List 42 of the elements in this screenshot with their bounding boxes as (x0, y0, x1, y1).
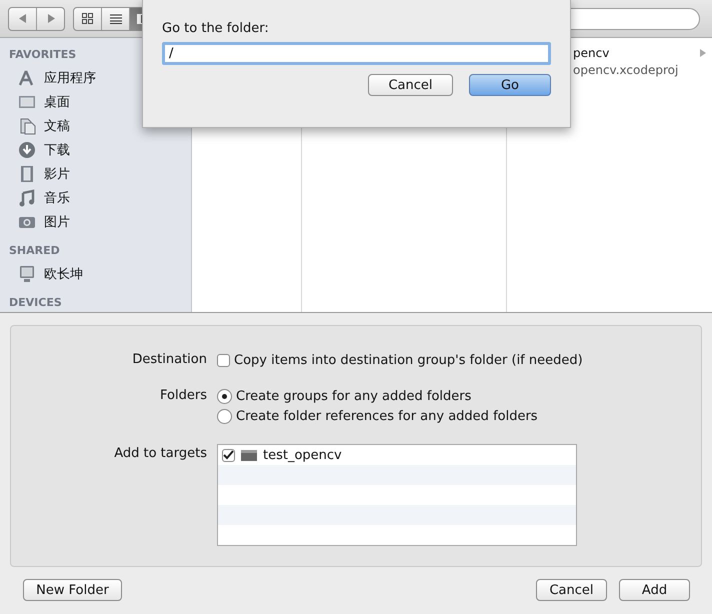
checkbox-label: Copy items into destination group's folder (if needed) (234, 352, 583, 368)
sidebar-item[interactable]: 文稿 (0, 114, 191, 138)
sidebar-item[interactable]: 图片 (0, 210, 191, 234)
docs-icon (18, 117, 36, 135)
list-view-icon (110, 14, 122, 24)
add-button[interactable]: Add (619, 579, 690, 601)
dialog-title: Go to the folder: (162, 21, 270, 36)
folder-path-field[interactable]: / (162, 42, 551, 65)
sidebar-section-title: SHARED (8, 243, 61, 259)
sidebar-item[interactable]: 应用程序 (0, 66, 191, 90)
sidebar-item[interactable]: 下载 (0, 138, 191, 162)
music-icon (18, 189, 36, 207)
app-window-icon (241, 450, 257, 460)
sidebar-section-title: DEVICES (8, 295, 63, 311)
targets-label: Add to targets (113, 445, 208, 463)
checkbox[interactable] (222, 448, 235, 462)
checkbox[interactable] (217, 354, 230, 366)
sidebar-item[interactable]: 欧长坤 (0, 262, 191, 286)
target-name: test_opencv (263, 448, 342, 462)
download-icon (18, 141, 36, 159)
desktop-icon (18, 93, 36, 111)
movies-icon (18, 165, 36, 183)
apps-icon (18, 69, 36, 87)
back-forward-control[interactable] (8, 6, 65, 30)
radio-button[interactable] (217, 408, 232, 424)
radio-button[interactable] (217, 388, 232, 404)
sidebar-section-title: FAVORITES (8, 47, 78, 63)
forward-icon (46, 14, 54, 23)
sidebar-item[interactable]: 桌面 (0, 90, 191, 114)
cancel-button[interactable]: Cancel (368, 74, 453, 96)
go-button[interactable]: Go (469, 74, 551, 96)
new-folder-button[interactable]: New Folder (23, 579, 122, 601)
grid-view-icon (82, 13, 93, 24)
radio-label: Create groups for any added folders (236, 388, 472, 404)
folders-label: Folders (159, 387, 208, 405)
radio-label: Create folder references for any added folders (236, 408, 538, 424)
destination-label: Destination (131, 351, 208, 369)
sidebar-item[interactable]: 音乐 (0, 186, 191, 210)
back-icon (18, 14, 26, 23)
computer-icon (18, 265, 36, 283)
cancel-button[interactable]: Cancel (536, 579, 607, 601)
sidebar-item[interactable]: 影片 (0, 162, 191, 186)
